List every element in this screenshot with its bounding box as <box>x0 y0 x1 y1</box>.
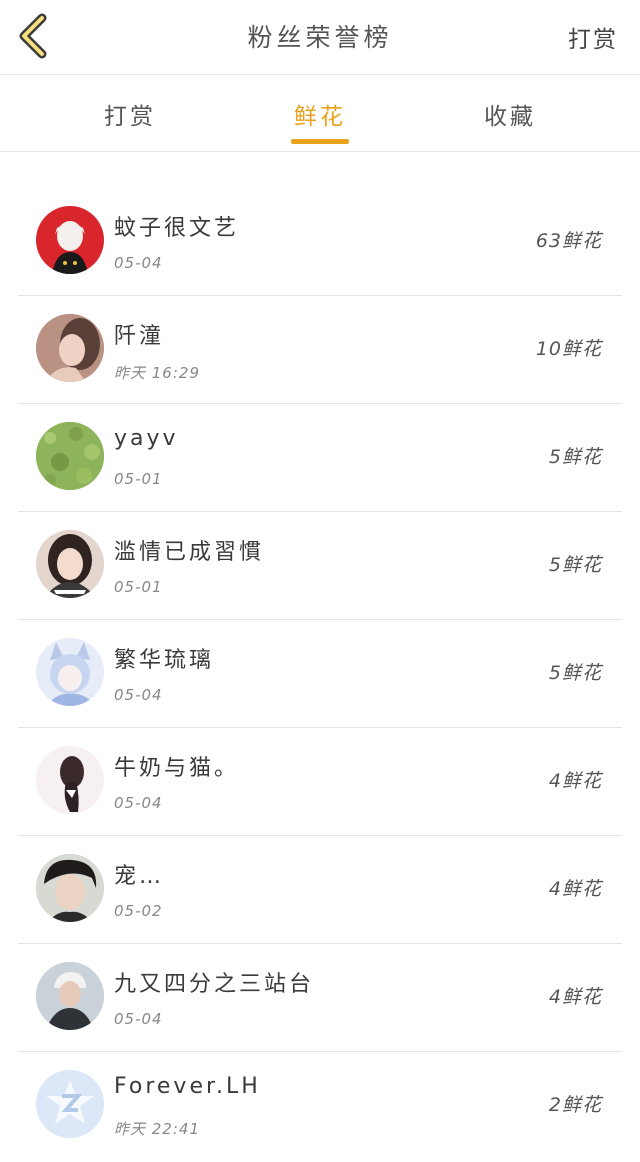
flower-count: 5鲜花 <box>548 446 602 468</box>
fan-name: 阡潼 <box>114 324 165 349</box>
flower-count: 4鲜花 <box>548 986 602 1008</box>
fan-name: 宠… <box>114 864 165 889</box>
flower-count: 10鲜花 <box>535 338 602 360</box>
list-item[interactable]: 阡潼 昨天 16:29 10鲜花 <box>18 296 622 404</box>
fan-time: 05-04 <box>114 1010 163 1028</box>
top-bar: 粉丝荣誉榜 打赏 <box>0 0 640 75</box>
fan-name: 滥情已成習慣 <box>114 540 265 565</box>
flower-count: 4鲜花 <box>548 770 602 792</box>
fan-time: 05-01 <box>114 578 163 596</box>
fan-time: 昨天 16:29 <box>114 364 200 382</box>
list-item[interactable]: 繁华琉璃 05-04 5鲜花 <box>18 620 622 728</box>
fan-time: 05-04 <box>114 794 163 812</box>
tab-favorites[interactable]: 收藏 <box>450 97 570 131</box>
fan-name: Forever.LH <box>114 1074 261 1099</box>
active-tab-indicator <box>291 139 349 144</box>
list-item[interactable]: 滥情已成習慣 05-01 5鲜花 <box>18 512 622 620</box>
list-item[interactable]: 蚊子很文艺 05-04 63鲜花 <box>18 188 622 296</box>
list-item[interactable]: Forever.LH 昨天 22:41 2鲜花 <box>18 1052 622 1159</box>
list-item[interactable]: 牛奶与猫。 05-04 4鲜花 <box>18 728 622 836</box>
list-item[interactable]: yayv 05-01 5鲜花 <box>18 404 622 512</box>
fan-time: 05-01 <box>114 470 163 488</box>
avatar <box>36 1070 104 1138</box>
fan-name: 蚊子很文艺 <box>114 216 240 241</box>
flower-count: 2鲜花 <box>548 1094 602 1116</box>
flower-count: 63鲜花 <box>535 230 602 252</box>
fan-time: 昨天 22:41 <box>114 1120 200 1138</box>
avatar <box>36 530 104 598</box>
avatar <box>36 638 104 706</box>
default-avatar-icon <box>36 1070 104 1138</box>
tab-bar: 打赏 鲜花 收藏 <box>0 75 640 152</box>
list-item[interactable]: 宠… 05-02 4鲜花 <box>18 836 622 944</box>
avatar <box>36 422 104 490</box>
fan-time: 05-02 <box>114 902 163 920</box>
avatar <box>36 746 104 814</box>
fan-ranking-list: 蚊子很文艺 05-04 63鲜花 阡潼 昨天 16:29 10鲜花 yayv 0… <box>18 188 622 1159</box>
tab-tips[interactable]: 打赏 <box>70 97 190 131</box>
avatar <box>36 854 104 922</box>
tip-button[interactable]: 打赏 <box>568 20 618 54</box>
flower-count: 5鲜花 <box>548 662 602 684</box>
page-title: 粉丝荣誉榜 <box>247 23 393 52</box>
fan-name: yayv <box>114 426 179 451</box>
fan-name: 繁华琉璃 <box>114 648 215 673</box>
avatar <box>36 206 104 274</box>
fan-time: 05-04 <box>114 254 163 272</box>
fan-name: 牛奶与猫。 <box>114 756 240 781</box>
fan-name: 九又四分之三站台 <box>114 972 315 997</box>
fan-time: 05-04 <box>114 686 163 704</box>
list-item[interactable]: 九又四分之三站台 05-04 4鲜花 <box>18 944 622 1052</box>
avatar <box>36 314 104 382</box>
flower-count: 5鲜花 <box>548 554 602 576</box>
flower-count: 4鲜花 <box>548 878 602 900</box>
tab-flowers[interactable]: 鲜花 <box>260 97 380 131</box>
avatar <box>36 962 104 1030</box>
